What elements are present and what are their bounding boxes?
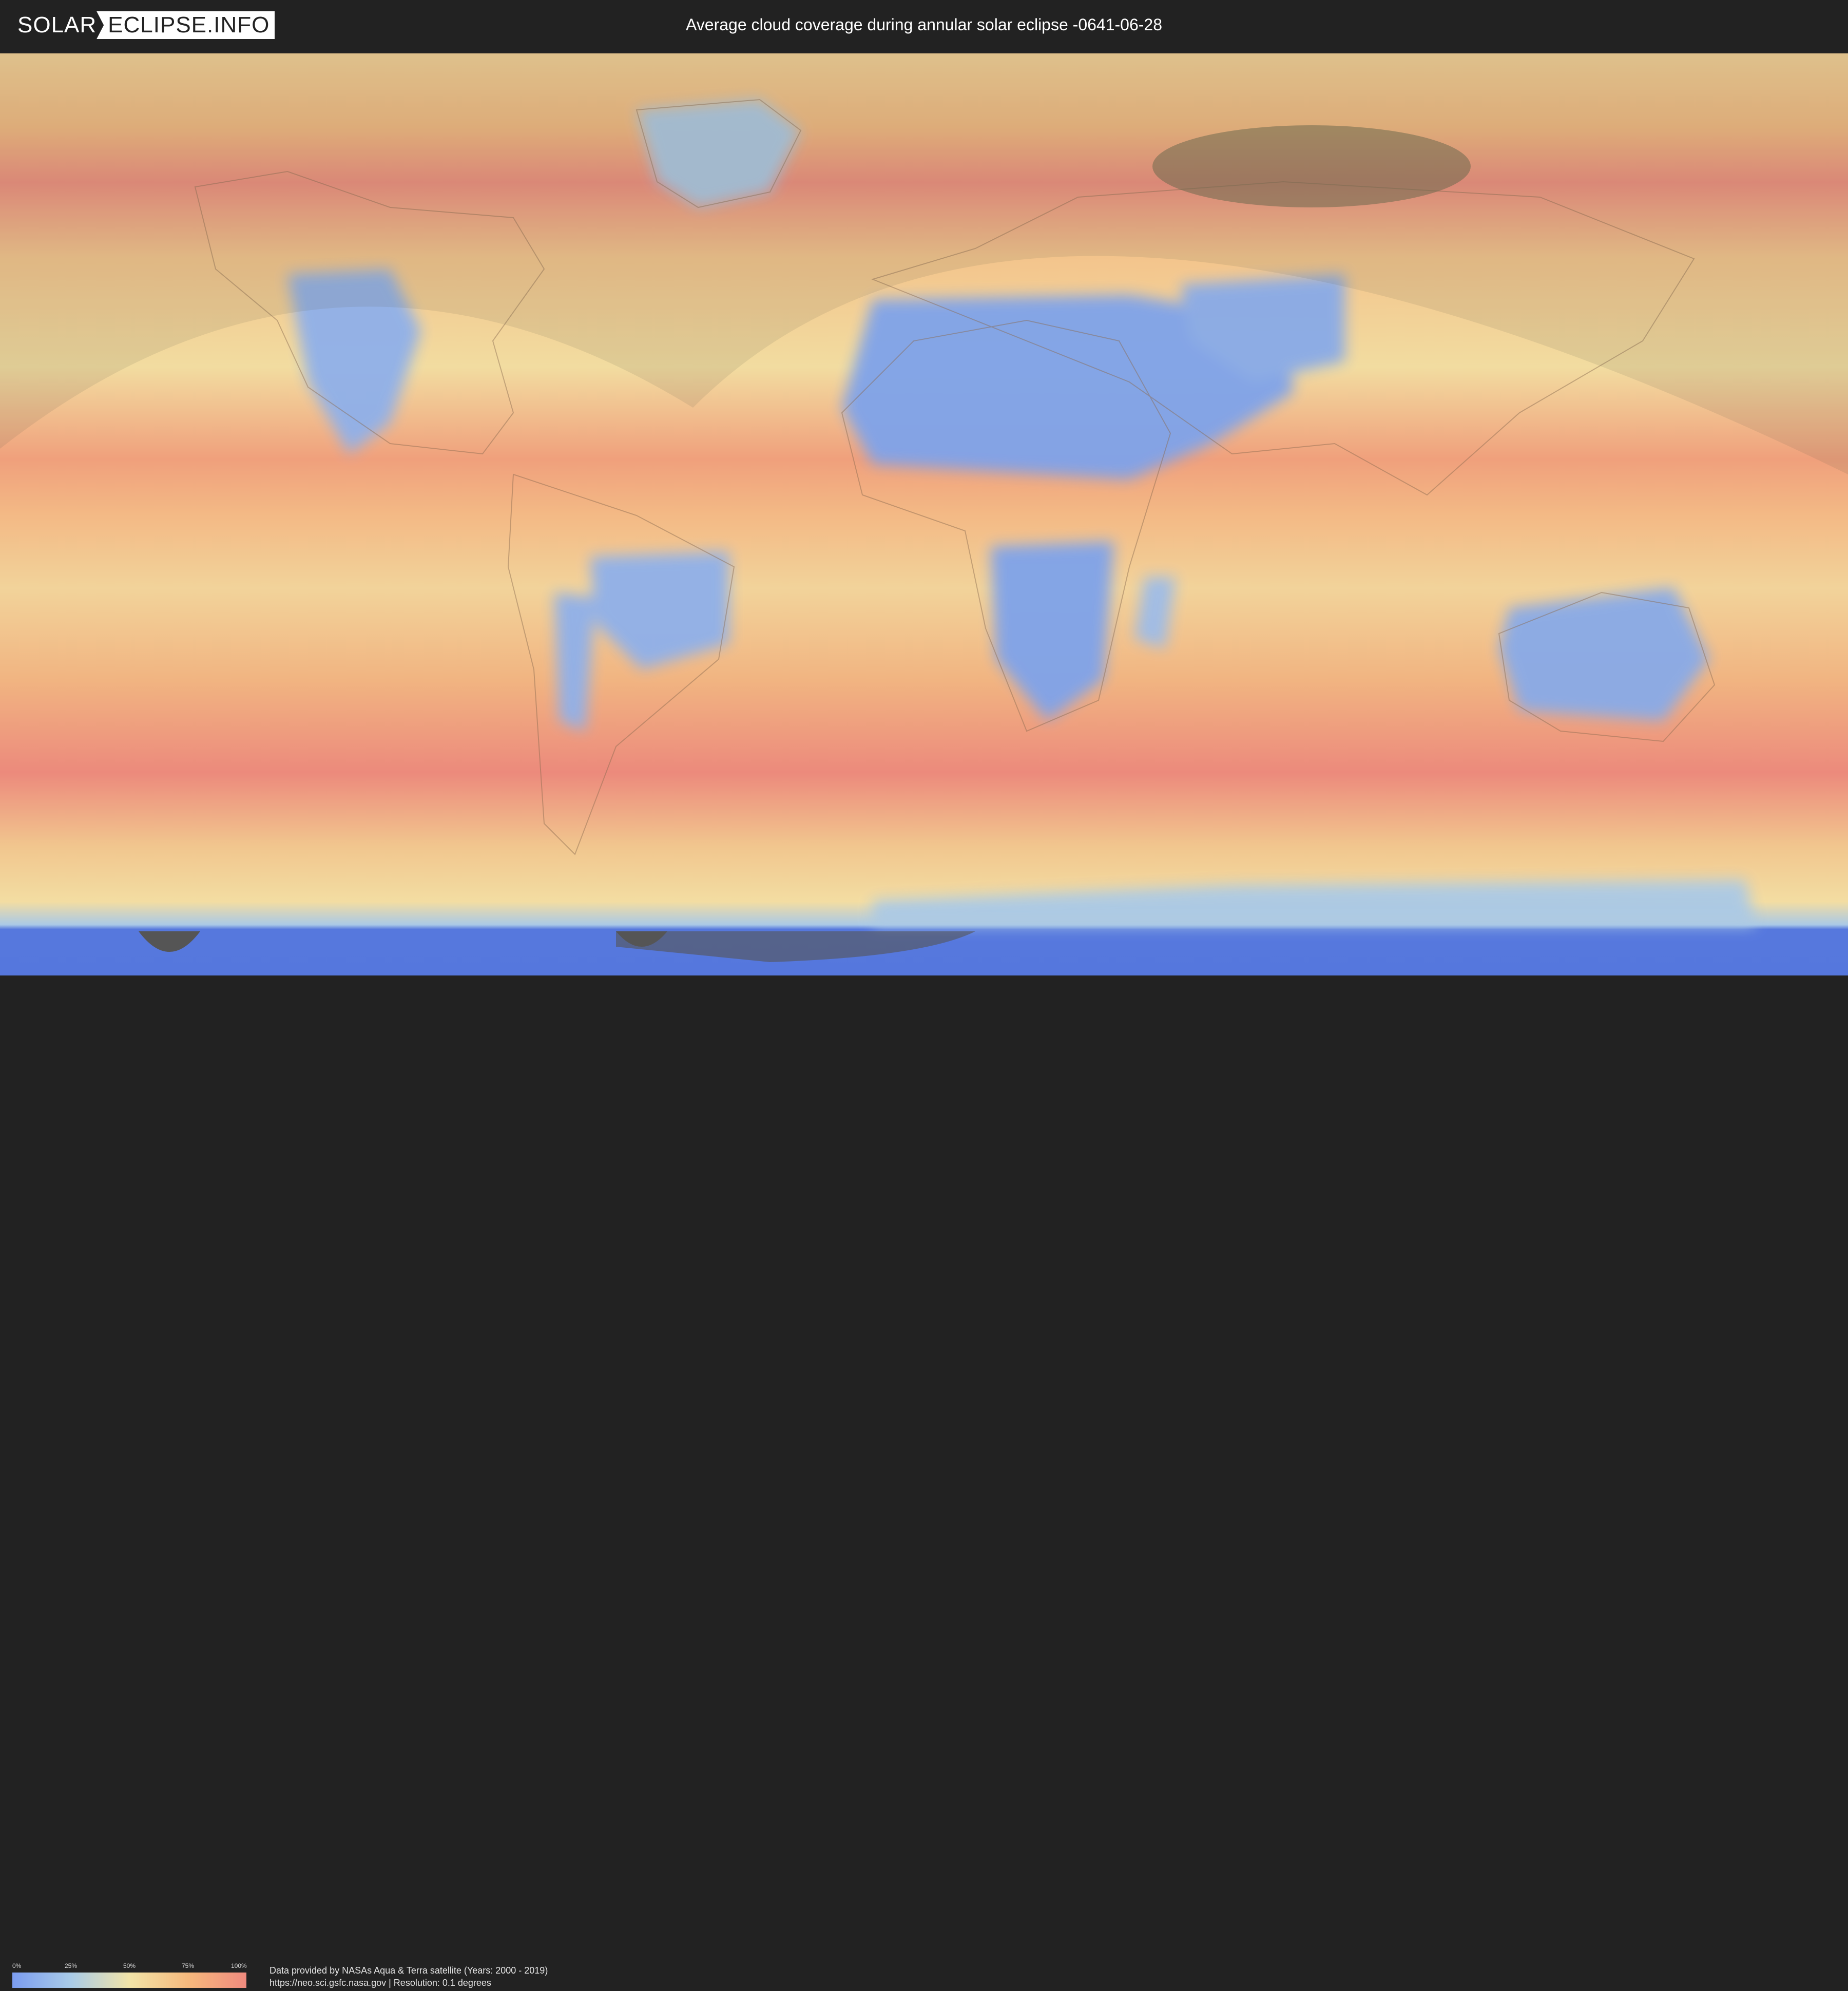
eclipse-path-shadow	[1152, 125, 1471, 207]
cloud-coverage-map[interactable]	[0, 53, 1848, 975]
legend-tick: 25%	[65, 1962, 78, 1969]
legend-tick: 0%	[12, 1962, 22, 1969]
credit-line-source: Data provided by NASAs Aqua & Terra sate…	[270, 1965, 548, 1976]
legend-ticks: 0% 25% 50% 75% 100%	[12, 1962, 247, 1970]
footer-bar: 0% 25% 50% 75% 100% Data provided by NAS…	[0, 975, 1848, 1988]
header-bar: SOLAR ECLIPSE.INFO Average cloud coverag…	[0, 0, 1848, 51]
world-map-svg	[0, 53, 1848, 975]
legend-color-bar	[12, 1973, 246, 1988]
legend-tick: 50%	[123, 1962, 136, 1969]
data-credits: Data provided by NASAs Aqua & Terra sate…	[270, 1964, 548, 1989]
cloud-coverage-legend: 0% 25% 50% 75% 100%	[12, 1962, 247, 1991]
page-title: Average cloud coverage during annular so…	[686, 15, 1162, 34]
credit-line-url: https://neo.sci.gsfc.nasa.gov | Resoluti…	[270, 1978, 491, 1988]
legend-tick: 100%	[231, 1962, 247, 1969]
legend-tick: 75%	[182, 1962, 195, 1969]
